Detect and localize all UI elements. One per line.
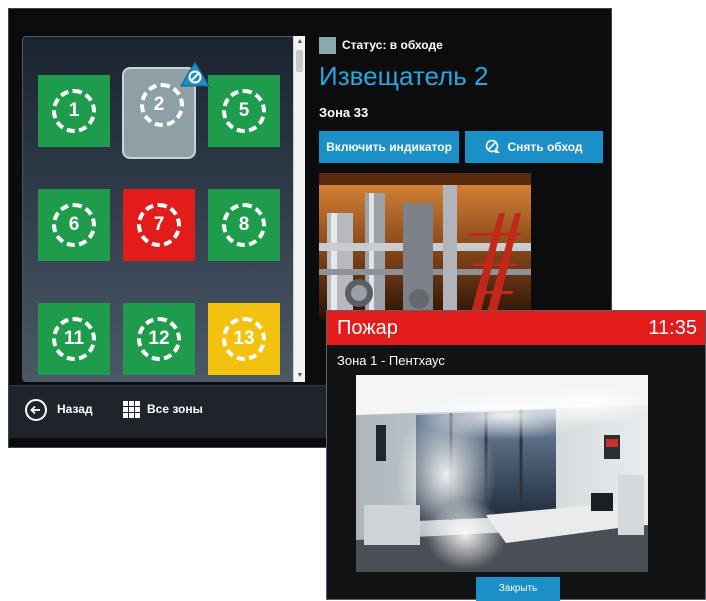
- zone-tile-1[interactable]: 1: [38, 75, 110, 147]
- fire-alarm-dialog: Пожар 11:35 Зона 1 - Пентхаус Закрыть: [326, 310, 706, 601]
- arrow-left-circle-icon[interactable]: [25, 399, 47, 421]
- back-button[interactable]: Назад: [57, 402, 93, 416]
- enable-indicator-button[interactable]: Включить индикатор: [319, 131, 459, 163]
- zone-tile-7[interactable]: 7: [123, 189, 195, 261]
- status-indicator: [319, 37, 336, 54]
- remove-bypass-button[interactable]: Снять обход: [465, 131, 603, 163]
- scroll-up-icon[interactable]: ▲: [296, 38, 304, 46]
- zone-tile-6[interactable]: 6: [38, 189, 110, 261]
- grid-icon[interactable]: [123, 401, 141, 419]
- detector-title: Извещатель 2: [319, 61, 489, 91]
- zone-tile-5[interactable]: 5: [208, 75, 280, 147]
- bypass-off-icon: [486, 139, 501, 153]
- detector-zone: Зона 33: [319, 105, 369, 120]
- fire-alarm-time: 11:35: [648, 317, 697, 339]
- fire-location-photo: [356, 375, 648, 572]
- zone-tile-11[interactable]: 11: [38, 303, 110, 375]
- all-zones-button[interactable]: Все зоны: [147, 402, 203, 416]
- zone-tile-12[interactable]: 12: [123, 303, 195, 375]
- scroll-thumb[interactable]: [296, 50, 303, 72]
- fire-alarm-header: Пожар 11:35: [327, 311, 705, 345]
- fire-alarm-title: Пожар: [337, 317, 398, 339]
- close-button[interactable]: Закрыть: [476, 577, 560, 601]
- zone-tile-13[interactable]: 13: [208, 303, 280, 375]
- tiles-scrollbar[interactable]: ▲ ▼: [293, 36, 305, 382]
- zone-tile-8[interactable]: 8: [208, 189, 280, 261]
- zone-tiles-grid: 1 2 5 6 7 8 11 12 13: [22, 36, 305, 382]
- no-entry-icon: [180, 61, 210, 87]
- scroll-down-icon[interactable]: ▼: [296, 372, 304, 380]
- fire-alarm-zone: Зона 1 - Пентхаус: [337, 353, 445, 368]
- status-label: Статус: в обходе: [342, 38, 443, 52]
- detector-location-photo: [319, 173, 531, 319]
